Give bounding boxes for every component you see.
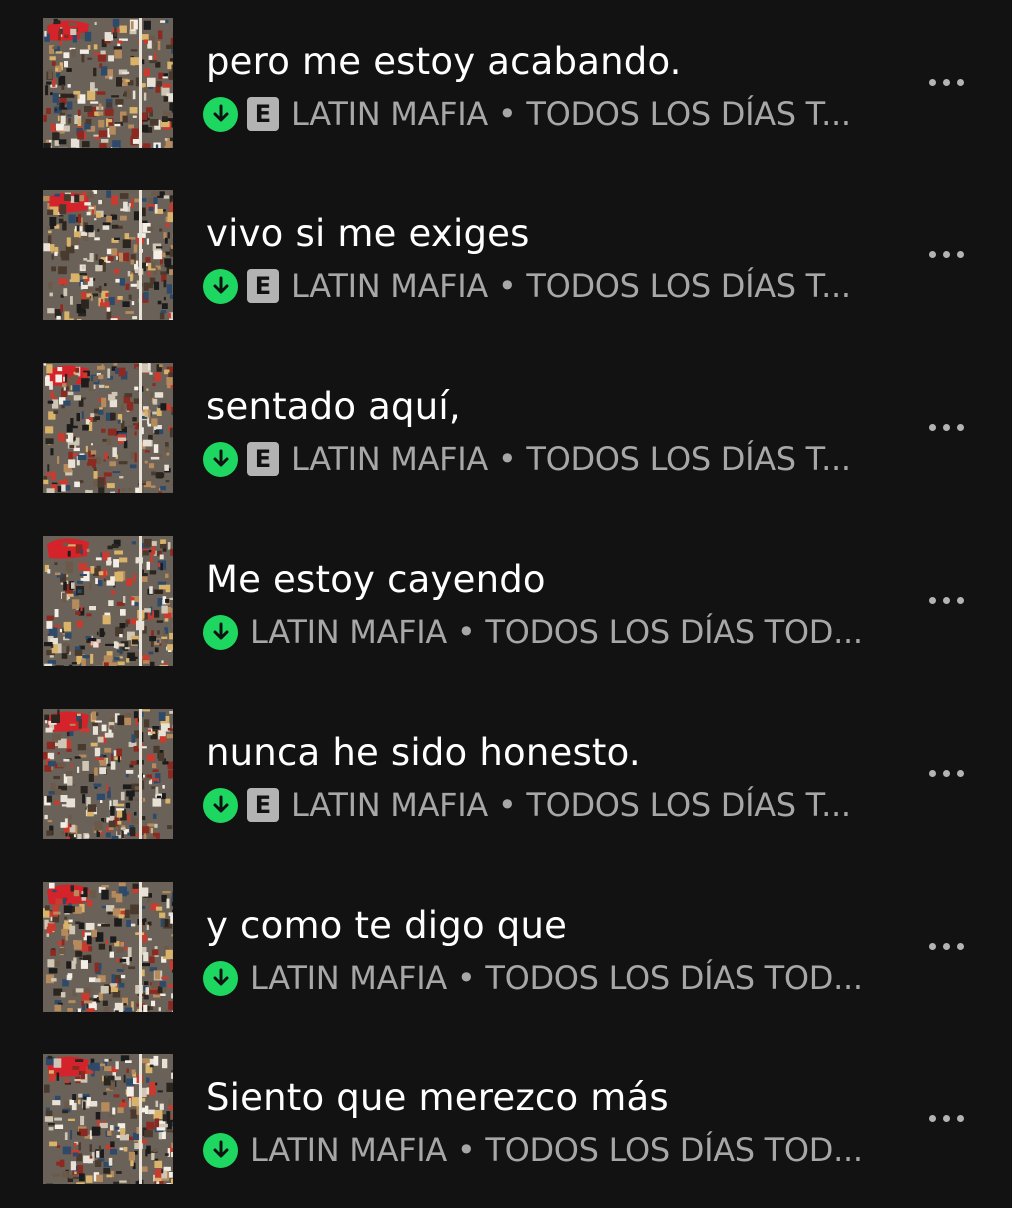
track-subtitle: LATIN MAFIA • TODOS LOS DÍAS T... xyxy=(291,95,851,133)
download-arrow-icon xyxy=(203,97,238,132)
track-title: nunca he sido honesto. xyxy=(206,729,641,777)
more-options-icon xyxy=(943,1115,950,1122)
track-meta: E LATIN MAFIA • TODOS LOS DÍAS T... xyxy=(203,437,851,481)
download-arrow-icon xyxy=(203,615,238,650)
album-cover xyxy=(43,363,173,493)
more-options-icon xyxy=(943,251,950,258)
download-arrow-icon xyxy=(203,269,238,304)
explicit-badge: E xyxy=(247,442,279,476)
more-options-button[interactable] xyxy=(916,751,976,795)
track-row[interactable]: Me estoy cayendo LATIN MAFIA • TODOS LOS… xyxy=(0,518,1012,690)
more-options-icon xyxy=(957,424,964,431)
explicit-badge: E xyxy=(247,269,279,303)
track-list: pero me estoy acabando. E LATIN MAFIA • … xyxy=(0,0,1012,1200)
more-options-icon xyxy=(943,597,950,604)
track-subtitle: LATIN MAFIA • TODOS LOS DÍAS TOD... xyxy=(250,959,863,997)
more-options-button[interactable] xyxy=(916,60,976,104)
more-options-icon xyxy=(929,597,936,604)
more-options-icon xyxy=(943,424,950,431)
more-options-icon xyxy=(957,943,964,950)
more-options-icon xyxy=(929,943,936,950)
more-options-button[interactable] xyxy=(916,578,976,622)
track-meta: LATIN MAFIA • TODOS LOS DÍAS TOD... xyxy=(203,956,863,1000)
track-subtitle: LATIN MAFIA • TODOS LOS DÍAS TOD... xyxy=(250,613,863,651)
more-options-icon xyxy=(943,943,950,950)
more-options-icon xyxy=(957,1115,964,1122)
more-options-button[interactable] xyxy=(916,405,976,449)
more-options-icon xyxy=(929,424,936,431)
album-cover xyxy=(43,190,173,320)
album-cover xyxy=(43,1054,173,1184)
track-meta: E LATIN MAFIA • TODOS LOS DÍAS T... xyxy=(203,92,851,136)
track-title: pero me estoy acabando. xyxy=(206,38,682,86)
track-meta: LATIN MAFIA • TODOS LOS DÍAS TOD... xyxy=(203,1128,863,1172)
album-cover xyxy=(43,882,173,1012)
album-cover xyxy=(43,709,173,839)
track-title: Siento que merezco más xyxy=(206,1074,669,1122)
track-meta: E LATIN MAFIA • TODOS LOS DÍAS T... xyxy=(203,264,851,308)
track-row[interactable]: sentado aquí, E LATIN MAFIA • TODOS LOS … xyxy=(0,345,1012,517)
download-arrow-icon xyxy=(203,788,238,823)
more-options-icon xyxy=(929,1115,936,1122)
track-row[interactable]: pero me estoy acabando. E LATIN MAFIA • … xyxy=(0,0,1012,172)
download-arrow-icon xyxy=(203,961,238,996)
more-options-icon xyxy=(957,597,964,604)
track-title: sentado aquí, xyxy=(206,383,461,431)
more-options-icon xyxy=(943,79,950,86)
more-options-button[interactable] xyxy=(916,1096,976,1140)
track-title: Me estoy cayendo xyxy=(206,556,546,604)
more-options-icon xyxy=(943,770,950,777)
download-arrow-icon xyxy=(203,1133,238,1168)
explicit-badge: E xyxy=(247,788,279,822)
track-row[interactable]: Siento que merezco más LATIN MAFIA • TOD… xyxy=(0,1036,1012,1208)
track-subtitle: LATIN MAFIA • TODOS LOS DÍAS T... xyxy=(291,440,851,478)
album-cover xyxy=(43,18,173,148)
track-subtitle: LATIN MAFIA • TODOS LOS DÍAS T... xyxy=(291,786,851,824)
track-subtitle: LATIN MAFIA • TODOS LOS DÍAS T... xyxy=(291,267,851,305)
track-title: vivo si me exiges xyxy=(206,210,530,258)
more-options-icon xyxy=(957,770,964,777)
explicit-badge: E xyxy=(247,97,279,131)
more-options-button[interactable] xyxy=(916,232,976,276)
track-row[interactable]: nunca he sido honesto. E LATIN MAFIA • T… xyxy=(0,691,1012,863)
album-cover xyxy=(43,536,173,666)
track-row[interactable]: vivo si me exiges E LATIN MAFIA • TODOS … xyxy=(0,172,1012,344)
track-meta: LATIN MAFIA • TODOS LOS DÍAS TOD... xyxy=(203,610,863,654)
more-options-icon xyxy=(957,79,964,86)
track-row[interactable]: y como te digo que LATIN MAFIA • TODOS L… xyxy=(0,864,1012,1036)
more-options-icon xyxy=(957,251,964,258)
track-meta: E LATIN MAFIA • TODOS LOS DÍAS T... xyxy=(203,783,851,827)
more-options-icon xyxy=(929,251,936,258)
more-options-icon xyxy=(929,79,936,86)
track-title: y como te digo que xyxy=(206,902,567,950)
download-arrow-icon xyxy=(203,442,238,477)
track-subtitle: LATIN MAFIA • TODOS LOS DÍAS TOD... xyxy=(250,1131,863,1169)
more-options-icon xyxy=(929,770,936,777)
more-options-button[interactable] xyxy=(916,924,976,968)
